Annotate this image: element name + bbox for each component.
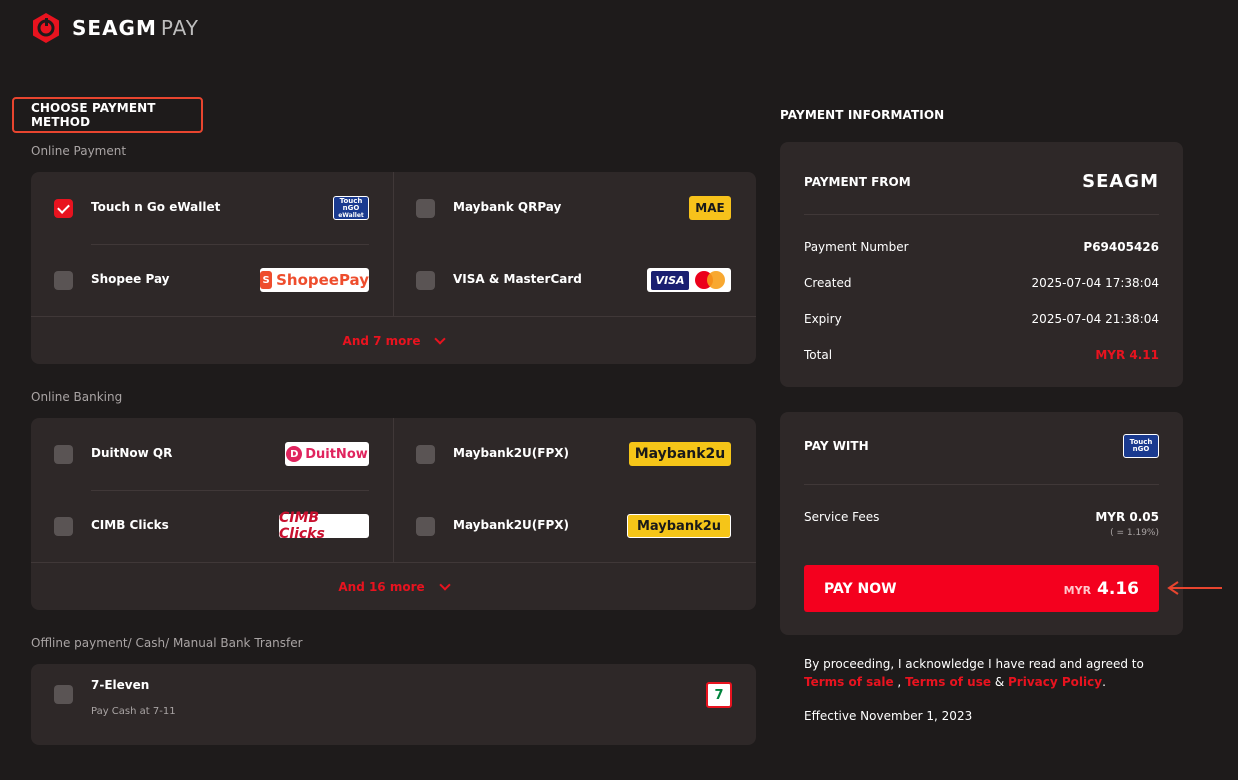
show-more-online-banking[interactable]: And 16 more — [31, 562, 756, 610]
mastercard-icon — [693, 271, 727, 289]
expiry-label: Expiry — [804, 312, 842, 326]
chevron-down-icon — [434, 332, 447, 345]
pay-with-label: PAY WITH — [804, 439, 869, 453]
visa-mastercard-logo: VISA — [647, 268, 731, 292]
service-fees-label: Service Fees — [804, 510, 880, 524]
pay-now-label: PAY NOW — [824, 580, 897, 597]
maybank2u-logo: Maybank2u — [627, 514, 731, 538]
checkbox[interactable] — [416, 445, 435, 464]
privacy-policy-link[interactable]: Privacy Policy — [1008, 675, 1102, 689]
payment-option-maybank-qrpay[interactable]: Maybank QRPay MAE — [393, 172, 755, 244]
payment-option-label: Touch n Go eWallet — [91, 200, 221, 214]
payment-option-maybank2u-fpx[interactable]: Maybank2U(FPX) Maybank2u — [393, 418, 755, 490]
divider — [804, 214, 1159, 215]
pay-now-amount: MYR 4.16 — [1063, 578, 1139, 599]
shopee-bag-icon: S — [260, 271, 273, 289]
touchngo-ewallet-logo: Touch nGO — [1123, 434, 1159, 458]
checkbox[interactable] — [54, 445, 73, 464]
payment-option-shopeepay[interactable]: Shopee Pay S ShopeePay — [31, 244, 393, 316]
brand-logo[interactable]: SEAGM PAY — [30, 12, 199, 44]
service-fees-value: MYR 0.05 — [1095, 510, 1159, 524]
divider — [804, 484, 1159, 485]
mae-logo: MAE — [689, 196, 731, 220]
payment-option-label: 7-Eleven — [91, 678, 150, 692]
shopeepay-logo: S ShopeePay — [260, 268, 369, 292]
checkbox[interactable] — [416, 271, 435, 290]
cimb-clicks-logo: CIMB Clicks — [279, 510, 369, 542]
payment-option-label: Maybank2U(FPX) — [453, 518, 570, 532]
payment-option-sublabel: Pay Cash at 7-11 — [91, 706, 176, 717]
terms-of-sale-link[interactable]: Terms of sale — [804, 675, 894, 689]
payment-option-label: Shopee Pay — [91, 272, 170, 286]
service-fees-percent: ( = 1.19%) — [1110, 528, 1159, 538]
online-payment-card: Touch n Go eWallet Touch nGO eWallet Mayba… — [31, 172, 756, 364]
brand-name: SEAGM PAY — [72, 16, 200, 40]
offline-payment-card: 7-Eleven Pay Cash at 7-11 7 — [31, 664, 756, 745]
terms-notice: By proceeding, I acknowledge I have read… — [804, 657, 1144, 689]
effective-date: Effective November 1, 2023 — [804, 709, 973, 723]
duitnow-icon: D — [286, 446, 303, 462]
show-more-online-payment[interactable]: And 7 more — [31, 316, 756, 364]
seven-eleven-logo: 7 — [706, 682, 732, 708]
payment-option-visa-mastercard[interactable]: VISA & MasterCard VISA — [393, 244, 755, 316]
payment-option-label: Maybank QRPay — [453, 200, 562, 214]
chevron-down-icon — [438, 578, 451, 591]
payment-option-label: DuitNow QR — [91, 446, 173, 460]
seagm-brand-logo: SEAGM — [1082, 171, 1159, 192]
pay-with-card: PAY WITH Touch nGO Service Fees MYR 0.05 … — [780, 412, 1183, 635]
group-label-online-banking: Online Banking — [31, 390, 123, 404]
payment-number-value: P69405426 — [1083, 240, 1159, 254]
payment-option-duitnow[interactable]: DuitNow QR D DuitNow — [31, 418, 393, 490]
created-label: Created — [804, 276, 852, 290]
annotation-arrow-icon — [1167, 581, 1222, 595]
payment-option-7-eleven[interactable]: 7-Eleven Pay Cash at 7-11 7 — [31, 664, 756, 736]
payment-option-label: CIMB Clicks — [91, 518, 169, 532]
payment-information-card: PAYMENT FROM SEAGM Payment Number P69405… — [780, 142, 1183, 387]
payment-option-touchngo[interactable]: Touch n Go eWallet Touch nGO eWallet — [31, 172, 393, 244]
duitnow-logo: D DuitNow — [285, 442, 369, 466]
payment-number-label: Payment Number — [804, 240, 909, 254]
checkbox[interactable] — [54, 517, 73, 536]
checkbox-checked[interactable] — [54, 199, 73, 218]
pay-now-button[interactable]: PAY NOW MYR 4.16 — [804, 565, 1159, 612]
choose-payment-method-title: CHOOSE PAYMENT METHOD — [12, 97, 203, 133]
online-banking-card: DuitNow QR D DuitNow Maybank2U(FPX) Mayba… — [31, 418, 756, 610]
payment-option-label: Maybank2U(FPX) — [453, 446, 570, 460]
total-value: MYR 4.11 — [1095, 348, 1159, 362]
touchngo-ewallet-logo: Touch nGO eWallet — [333, 196, 369, 220]
expiry-value: 2025-07-04 21:38:04 — [1031, 312, 1159, 326]
created-value: 2025-07-04 17:38:04 — [1031, 276, 1159, 290]
terms-of-use-link[interactable]: Terms of use — [905, 675, 991, 689]
group-label-offline-payment: Offline payment/ Cash/ Manual Bank Trans… — [31, 636, 303, 650]
checkbox[interactable] — [416, 517, 435, 536]
payment-option-label: VISA & MasterCard — [453, 272, 582, 286]
checkbox[interactable] — [54, 271, 73, 290]
payment-option-maybank2u-fpx-2[interactable]: Maybank2U(FPX) Maybank2u — [393, 490, 755, 562]
group-label-online-payment: Online Payment — [31, 144, 127, 158]
checkbox[interactable] — [416, 199, 435, 218]
payment-option-cimb-clicks[interactable]: CIMB Clicks CIMB Clicks — [31, 490, 393, 562]
maybank2u-logo: Maybank2u — [629, 442, 731, 466]
payment-information-title: PAYMENT INFORMATION — [780, 108, 945, 122]
total-label: Total — [804, 348, 833, 362]
checkbox[interactable] — [54, 685, 73, 704]
seagm-logo-icon — [33, 13, 59, 43]
payment-from-label: PAYMENT FROM — [804, 174, 911, 189]
